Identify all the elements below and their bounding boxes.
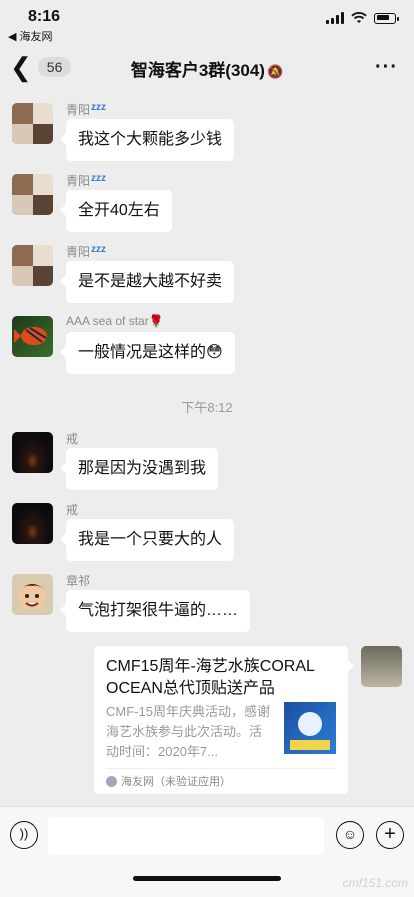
sender-name: 戒 <box>66 503 79 517</box>
status-bar: 8:16 ◀ 海友网 <box>0 0 414 44</box>
wifi-icon <box>351 12 367 23</box>
avatar[interactable] <box>12 503 53 544</box>
home-indicator[interactable] <box>133 876 281 881</box>
message-bubble[interactable]: 我这个大颗能多少钱 <box>59 119 235 161</box>
chat-header: ❮ 56 智海客户3群(304) 🔕 ··· <box>0 44 414 90</box>
link-card-description: CMF-15周年庆典活动，感谢海艺水族参与此次活动。活动时间：2020年7... <box>106 704 270 759</box>
sender-name: 章祁 <box>66 574 91 588</box>
emoji-icon[interactable]: ☺ <box>336 821 364 849</box>
link-card-title: CMF15周年-海艺水族CORAL OCEAN总代顶贴送产品 <box>106 658 315 697</box>
avatar[interactable] <box>12 316 53 357</box>
avatar[interactable] <box>12 245 53 286</box>
sender-name: 青阳zzz <box>66 173 107 188</box>
mute-icon: 🔕 <box>266 64 284 79</box>
message-bubble[interactable]: 是不是越大越不好卖 <box>59 261 235 303</box>
fish-icon <box>14 327 47 345</box>
link-card-thumbnail <box>284 702 336 754</box>
avatar[interactable] <box>12 432 53 473</box>
sleep-zz-icon: zzz <box>91 173 107 184</box>
back-to-app-link[interactable]: ◀ 海友网 <box>8 28 53 44</box>
watermark: cmf151.com <box>342 876 408 890</box>
avatar[interactable] <box>12 103 53 144</box>
message-bubble[interactable]: 一般情况是这样的😳 <box>60 332 235 374</box>
sender-name: 青阳zzz <box>66 102 107 117</box>
chat-title-text: 智海客户3群(304) <box>130 61 265 80</box>
message-bubble[interactable]: 全开40左右 <box>60 190 172 232</box>
message-bubble[interactable]: 气泡打架很牛逼的…… <box>59 590 251 632</box>
sender-name: 青阳zzz <box>66 244 107 259</box>
battery-icon <box>374 12 399 24</box>
system-icons <box>326 12 399 24</box>
sleep-zz-icon: zzz <box>91 244 107 255</box>
link-card-source-text: 海友网（未验证应用） <box>121 776 231 788</box>
status-time: 8:16 <box>28 8 61 25</box>
avatar[interactable] <box>12 174 53 215</box>
chat-title: 智海客户3群(304) 🔕 <box>0 56 414 81</box>
avatar[interactable] <box>12 574 53 615</box>
my-avatar[interactable] <box>361 646 402 687</box>
sleep-zz-icon: zzz <box>91 102 107 113</box>
link-card[interactable]: CMF15周年-海艺水族CORAL OCEAN总代顶贴送产品 CMF-15周年庆… <box>94 646 354 794</box>
cartoon-face-icon <box>18 582 47 610</box>
more-options-icon[interactable]: ··· <box>375 56 398 79</box>
message-bubble[interactable]: 我是一个只要大的人 <box>59 519 235 561</box>
link-card-source: 海友网（未验证应用） <box>106 768 336 789</box>
sender-name: AAA sea of star🌹 <box>66 314 164 328</box>
message-bubble[interactable]: 那是因为没遇到我 <box>59 448 219 490</box>
sender-name: 戒 <box>66 432 79 446</box>
voice-input-icon[interactable]: )) <box>10 821 38 849</box>
app-logo-icon <box>106 775 117 787</box>
time-separator: 下午8:12 <box>181 400 233 415</box>
plus-icon[interactable]: + <box>376 821 404 849</box>
cellular-signal-icon <box>326 12 344 24</box>
message-input[interactable] <box>48 817 324 855</box>
